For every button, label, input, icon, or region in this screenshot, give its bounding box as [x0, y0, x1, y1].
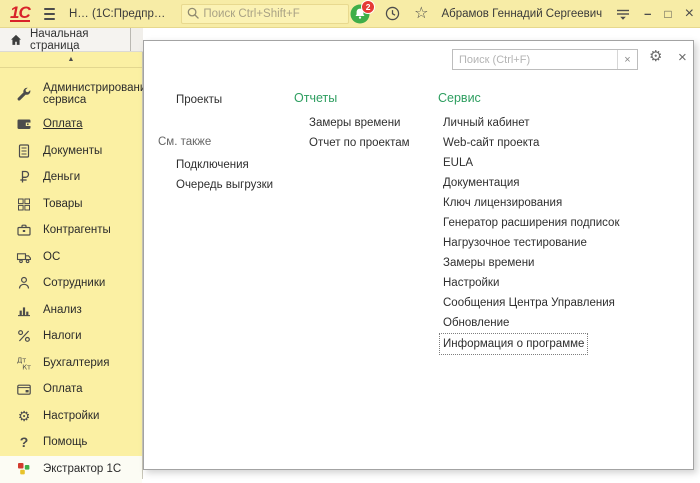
sidebar-item-label: Бухгалтерия — [43, 357, 109, 369]
sidebar-item-label: ОС — [43, 251, 60, 263]
menu-link-time-measurements[interactable]: Замеры времени — [443, 253, 619, 273]
main-menu-icon[interactable] — [44, 8, 55, 20]
menu-link-subscription-extension-generator[interactable]: Генератор расширения подписок — [443, 213, 619, 233]
home-icon — [9, 33, 23, 47]
sidebar-item-payment-2[interactable]: Оплата — [0, 376, 142, 403]
notification-center-button[interactable]: 2 — [349, 3, 371, 25]
wallet-icon — [16, 116, 32, 132]
sidebar-item-settings[interactable]: ⚙ Настройки — [0, 403, 142, 430]
wrench-icon — [16, 86, 32, 102]
sidebar-item-label: Налоги — [43, 330, 82, 342]
wallet-outline-icon — [16, 381, 32, 397]
sidebar-item-label: Оплата — [43, 118, 83, 130]
menu-link-personal-account[interactable]: Личный кабинет — [443, 113, 619, 133]
menu-link-time-measurements-report[interactable]: Замеры времени — [309, 113, 410, 133]
menu-link-projects[interactable]: Проекты — [176, 94, 222, 106]
dt-kt-icon: ДтКт — [16, 355, 32, 371]
extractor-icon — [16, 461, 32, 477]
tab-bar: Начальная страница — [0, 28, 143, 52]
sidebar-item-accounting[interactable]: ДтКт Бухгалтерия — [0, 350, 142, 377]
maximize-button[interactable]: □ — [664, 8, 671, 20]
briefcase-icon — [16, 222, 32, 238]
sidebar-item-documents[interactable]: Документы — [0, 138, 142, 165]
chevron-up-icon: ▲ — [68, 56, 75, 63]
person-icon — [16, 275, 32, 291]
menu-link-upload-queue[interactable]: Очередь выгрузки — [176, 175, 273, 195]
menu-link-project-website[interactable]: Web-сайт проекта — [443, 133, 619, 153]
sidebar-item-label: Настройки — [43, 410, 99, 422]
sidebar-item-extractor[interactable]: Экстрактор 1С — [0, 456, 142, 483]
tab-home-page[interactable]: Начальная страница — [0, 28, 131, 51]
document-icon — [16, 143, 32, 159]
sidebar-item-label: Деньги — [43, 171, 80, 183]
sidebar-item-label: Администрирование сервиса — [43, 82, 135, 107]
menu-link-control-center-messages[interactable]: Сообщения Центра Управления — [443, 293, 619, 313]
search-icon — [186, 6, 201, 21]
sidebar-item-label: Товары — [43, 198, 83, 210]
sidebar-item-help[interactable]: ? Помощь — [0, 429, 142, 456]
bar-chart-icon — [16, 302, 32, 318]
sidebar-item-label: Экстрактор 1С — [43, 463, 121, 475]
sidebar-item-goods[interactable]: Товары — [0, 191, 142, 218]
menu-link-eula[interactable]: EULA — [443, 153, 619, 173]
global-search-input[interactable] — [201, 7, 344, 21]
service-menu-icon[interactable] — [615, 6, 631, 22]
global-search-box[interactable] — [181, 4, 349, 24]
popup-close-icon[interactable]: × — [678, 50, 687, 65]
sidebar-item-label: Помощь — [43, 436, 87, 448]
menu-link-documentation[interactable]: Документация — [443, 173, 619, 193]
popup-settings-gear-icon[interactable]: ⚙ — [649, 49, 662, 64]
percent-icon — [16, 328, 32, 344]
reports-column-header: Отчеты — [294, 91, 337, 105]
goods-grid-icon — [16, 196, 32, 212]
top-toolbar: 1С Н… (1С:Предпр… 2 ☆ Абрамов Геннадий С… — [0, 0, 700, 28]
close-window-button[interactable]: × — [685, 6, 694, 22]
sidebar-item-money[interactable]: Деньги — [0, 164, 142, 191]
clear-search-button[interactable]: × — [617, 50, 637, 69]
collapse-panel-button[interactable]: ▲ — [0, 52, 142, 68]
home-tab-label: Начальная страница — [30, 28, 130, 52]
menu-link-connections[interactable]: Подключения — [176, 155, 273, 175]
minimize-button[interactable]: – — [644, 7, 651, 20]
sidebar-item-taxes[interactable]: Налоги — [0, 323, 142, 350]
sidebar-item-payment[interactable]: Оплата — [0, 111, 142, 138]
sidebar-item-label: Анализ — [43, 304, 82, 316]
favorites-star-icon[interactable]: ☆ — [414, 6, 428, 22]
menu-link-projects-report[interactable]: Отчет по проектам — [309, 133, 410, 153]
history-icon[interactable] — [384, 5, 401, 22]
sidebar-item-partners[interactable]: Контрагенты — [0, 217, 142, 244]
notification-badge: 2 — [361, 0, 375, 14]
menu-link-license-key[interactable]: Ключ лицензирования — [443, 193, 619, 213]
truck-icon — [16, 249, 32, 265]
svg-text:Кт: Кт — [22, 363, 31, 370]
gear-icon: ⚙ — [16, 408, 32, 424]
section-functions-popup: × ⚙ × Проекты См. также Подключения Очер… — [143, 40, 694, 470]
menu-link-update[interactable]: Обновление — [443, 313, 619, 333]
sidebar-item-label: Документы — [43, 145, 102, 157]
menu-link-settings[interactable]: Настройки — [443, 273, 619, 293]
sidebar-item-label: Контрагенты — [43, 224, 111, 236]
sidebar-item-fixed-assets[interactable]: ОС — [0, 244, 142, 271]
popup-search-input[interactable] — [453, 50, 617, 69]
1c-logo: 1С — [10, 5, 30, 22]
sidebar-item-employees[interactable]: Сотрудники — [0, 270, 142, 297]
menu-link-load-testing[interactable]: Нагрузочное тестирование — [443, 233, 619, 253]
sidebar-item-administration[interactable]: Администрирование сервиса — [0, 77, 142, 111]
user-name[interactable]: Абрамов Геннадий Сергеевич — [441, 8, 602, 20]
sections-panel: ▲ Администрирование сервиса Оплата Докум… — [0, 52, 143, 479]
sidebar-item-label: Оплата — [43, 383, 83, 395]
window-title: Н… (1С:Предпр… — [69, 8, 165, 20]
popup-search-box[interactable]: × — [452, 49, 638, 70]
sidebar-item-analysis[interactable]: Анализ — [0, 297, 142, 324]
ruble-icon — [16, 169, 32, 185]
question-icon: ? — [16, 434, 32, 450]
menu-link-about-program[interactable]: Информация о программе — [439, 333, 588, 355]
sidebar-item-label: Сотрудники — [43, 277, 105, 289]
see-also-header: См. также — [158, 136, 211, 148]
service-column-header: Сервис — [438, 91, 481, 105]
